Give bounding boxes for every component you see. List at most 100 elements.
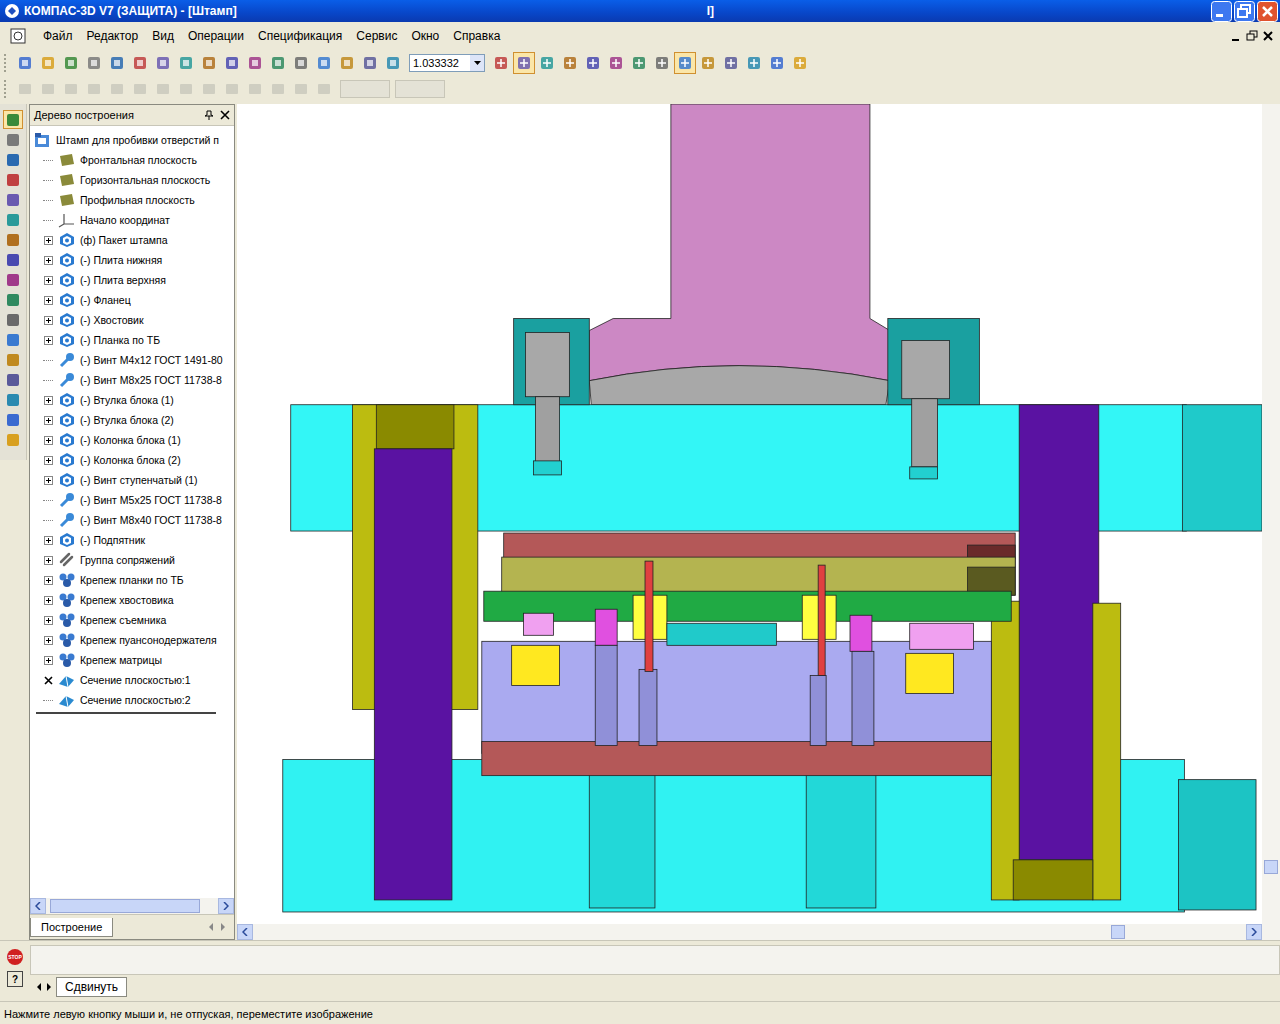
menu-item[interactable]: Спецификация: [251, 27, 349, 45]
tree-item[interactable]: Группа сопряжений: [30, 550, 234, 570]
tree-item[interactable]: (ф) Пакет штампа: [30, 230, 234, 250]
tab-left-icon[interactable]: [208, 923, 214, 931]
toolbar-button[interactable]: [789, 52, 811, 74]
toolbar-button[interactable]: [674, 52, 696, 74]
tree-item[interactable]: Профильная плоскость: [30, 190, 234, 210]
document-icon[interactable]: [10, 28, 26, 44]
zoom-field[interactable]: 1.033332: [409, 54, 485, 72]
toolbar-button[interactable]: [267, 52, 289, 74]
close-panel-icon[interactable]: [220, 110, 230, 120]
mdi-minimize-icon[interactable]: [1230, 30, 1242, 42]
toolbar-button[interactable]: [290, 78, 312, 100]
tree-item[interactable]: Сечение плоскостью:2: [30, 690, 234, 710]
toolbar-button[interactable]: [743, 52, 765, 74]
toolbar-button[interactable]: [198, 78, 220, 100]
tree-item[interactable]: (-) Винт М5х25 ГОСТ 11738-8: [30, 490, 234, 510]
view-vertical-scrollbar[interactable]: [1262, 104, 1280, 924]
toolbar-button[interactable]: [129, 78, 151, 100]
tree-item[interactable]: (-) Фланец: [30, 290, 234, 310]
close-icon[interactable]: [1257, 1, 1278, 22]
expand-icon[interactable]: [44, 436, 53, 445]
scroll-left-button[interactable]: [237, 924, 253, 940]
help-button[interactable]: ?: [7, 971, 23, 987]
toolbar-button[interactable]: [83, 52, 105, 74]
toolbar-button[interactable]: [175, 52, 197, 74]
tree-item[interactable]: (-) Колонка блока (1): [30, 430, 234, 450]
toolbar-button[interactable]: [628, 52, 650, 74]
expand-icon[interactable]: [44, 656, 53, 665]
toolbar-button[interactable]: [490, 52, 512, 74]
compact-toolbar-button[interactable]: [3, 290, 23, 309]
menu-item[interactable]: Файл: [36, 27, 80, 45]
compact-toolbar-button[interactable]: [3, 210, 23, 229]
tree-item[interactable]: (-) Колонка блока (2): [30, 450, 234, 470]
tree-item[interactable]: Сечение плоскостью:1: [30, 670, 234, 690]
tree-item[interactable]: (-) Плита нижняя: [30, 250, 234, 270]
scroll-thumb[interactable]: [1111, 925, 1125, 939]
toolbar-button[interactable]: [359, 52, 381, 74]
view-horizontal-scrollbar[interactable]: [237, 924, 1280, 940]
tree-item[interactable]: (-) Планка по ТБ: [30, 330, 234, 350]
expand-icon[interactable]: [44, 556, 53, 565]
expand-icon[interactable]: [44, 316, 53, 325]
tree-item[interactable]: (-) Винт ступенчатый (1): [30, 470, 234, 490]
expand-icon[interactable]: [44, 636, 53, 645]
toolbar-button[interactable]: [129, 52, 151, 74]
tree-item[interactable]: Штамп для пробивки отверстий п: [30, 130, 234, 150]
toolbar-button[interactable]: [313, 52, 335, 74]
toolbar-grip[interactable]: [4, 54, 9, 72]
toolbar-button[interactable]: [106, 78, 128, 100]
compact-toolbar-button[interactable]: [3, 110, 23, 129]
toolbar-button[interactable]: [106, 52, 128, 74]
expand-icon[interactable]: [44, 256, 53, 265]
toolbar-button[interactable]: [37, 52, 59, 74]
menu-item[interactable]: Окно: [404, 27, 446, 45]
tree-item[interactable]: (-) Винт М8х25 ГОСТ 11738-8: [30, 370, 234, 390]
minimize-icon[interactable]: [1211, 1, 1232, 22]
toolbar-button[interactable]: [14, 52, 36, 74]
expand-icon[interactable]: [44, 536, 53, 545]
compact-toolbar-button[interactable]: [3, 170, 23, 189]
expand-icon[interactable]: [44, 296, 53, 305]
menu-item[interactable]: Справка: [446, 27, 507, 45]
toolbar-button[interactable]: [14, 78, 36, 100]
toolbar-button[interactable]: [267, 78, 289, 100]
menu-item[interactable]: Вид: [145, 27, 181, 45]
toolbar-button[interactable]: [720, 52, 742, 74]
scroll-thumb[interactable]: [1264, 860, 1278, 874]
compact-toolbar-button[interactable]: [3, 150, 23, 169]
compact-toolbar-button[interactable]: [3, 230, 23, 249]
toolbar-button[interactable]: [221, 52, 243, 74]
properties-tab[interactable]: Сдвинуть: [56, 977, 127, 997]
toolbar-button[interactable]: [313, 78, 335, 100]
tree-item[interactable]: (-) Хвостовик: [30, 310, 234, 330]
tree-item[interactable]: Крепеж матрицы: [30, 650, 234, 670]
toolbar-button[interactable]: [244, 78, 266, 100]
zoom-dropdown-button[interactable]: [470, 55, 484, 71]
toolbar-button[interactable]: [559, 52, 581, 74]
compact-toolbar-button[interactable]: [3, 310, 23, 329]
expand-icon[interactable]: [44, 416, 53, 425]
toolbar-button[interactable]: [382, 52, 404, 74]
toolbar-button[interactable]: [198, 52, 220, 74]
tree-item[interactable]: (-) Подпятник: [30, 530, 234, 550]
disabled-field[interactable]: [395, 80, 445, 98]
compact-toolbar-button[interactable]: [3, 270, 23, 289]
mdi-close-icon[interactable]: [1262, 30, 1274, 42]
expand-icon[interactable]: [44, 336, 53, 345]
tree-item[interactable]: Крепеж пуансонодержателя: [30, 630, 234, 650]
toolbar-button[interactable]: [60, 78, 82, 100]
toolbar-button[interactable]: [290, 52, 312, 74]
scroll-left-button[interactable]: [30, 898, 46, 914]
compact-toolbar-button[interactable]: [3, 390, 23, 409]
scroll-right-button[interactable]: [1246, 924, 1262, 940]
toolbar-button[interactable]: [582, 52, 604, 74]
tree-item[interactable]: (-) Плита верхняя: [30, 270, 234, 290]
toolbar-grip[interactable]: [4, 80, 9, 98]
tree-horizontal-scrollbar[interactable]: [30, 898, 234, 914]
tab-right-icon[interactable]: [220, 923, 226, 931]
compact-toolbar-button[interactable]: [3, 130, 23, 149]
toolbar-button[interactable]: [651, 52, 673, 74]
expand-icon[interactable]: [44, 476, 53, 485]
stop-button[interactable]: STOP: [7, 949, 23, 965]
